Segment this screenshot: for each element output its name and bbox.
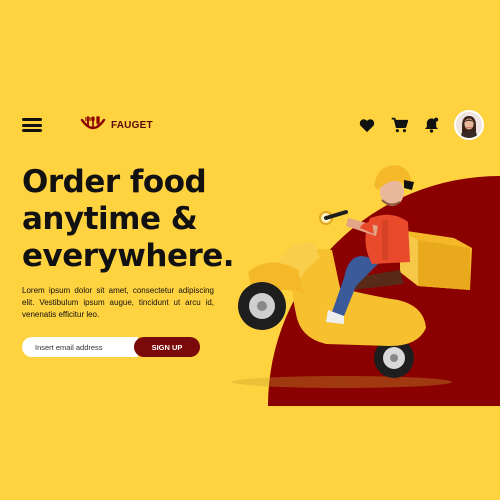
- sign-up-button[interactable]: SIGN UP: [134, 337, 200, 357]
- user-avatar[interactable]: [454, 110, 484, 140]
- delivery-scooter-illustration: [232, 165, 472, 388]
- hero-description: Lorem ipsum dolor sit amet, consectetur …: [22, 286, 214, 319]
- brand[interactable]: FAUGET: [78, 114, 153, 136]
- hamburger-menu-icon[interactable]: [22, 118, 42, 132]
- top-nav: FAUGET: [22, 108, 484, 142]
- headline-line: Order food: [22, 164, 207, 200]
- signup-form: SIGN UP: [22, 337, 204, 357]
- email-input[interactable]: [22, 337, 138, 357]
- hero-headline: Order food anytime & everywhere.: [22, 164, 242, 275]
- cart-icon[interactable]: [390, 116, 408, 134]
- fork-spoon-logo-icon: [80, 116, 106, 130]
- headline-line: anytime &: [22, 201, 198, 237]
- heart-icon[interactable]: [358, 116, 376, 134]
- bell-icon[interactable]: [422, 116, 440, 134]
- brand-name: FAUGET: [111, 119, 153, 131]
- headline-line: everywhere.: [22, 238, 235, 274]
- nav-actions: [344, 110, 484, 140]
